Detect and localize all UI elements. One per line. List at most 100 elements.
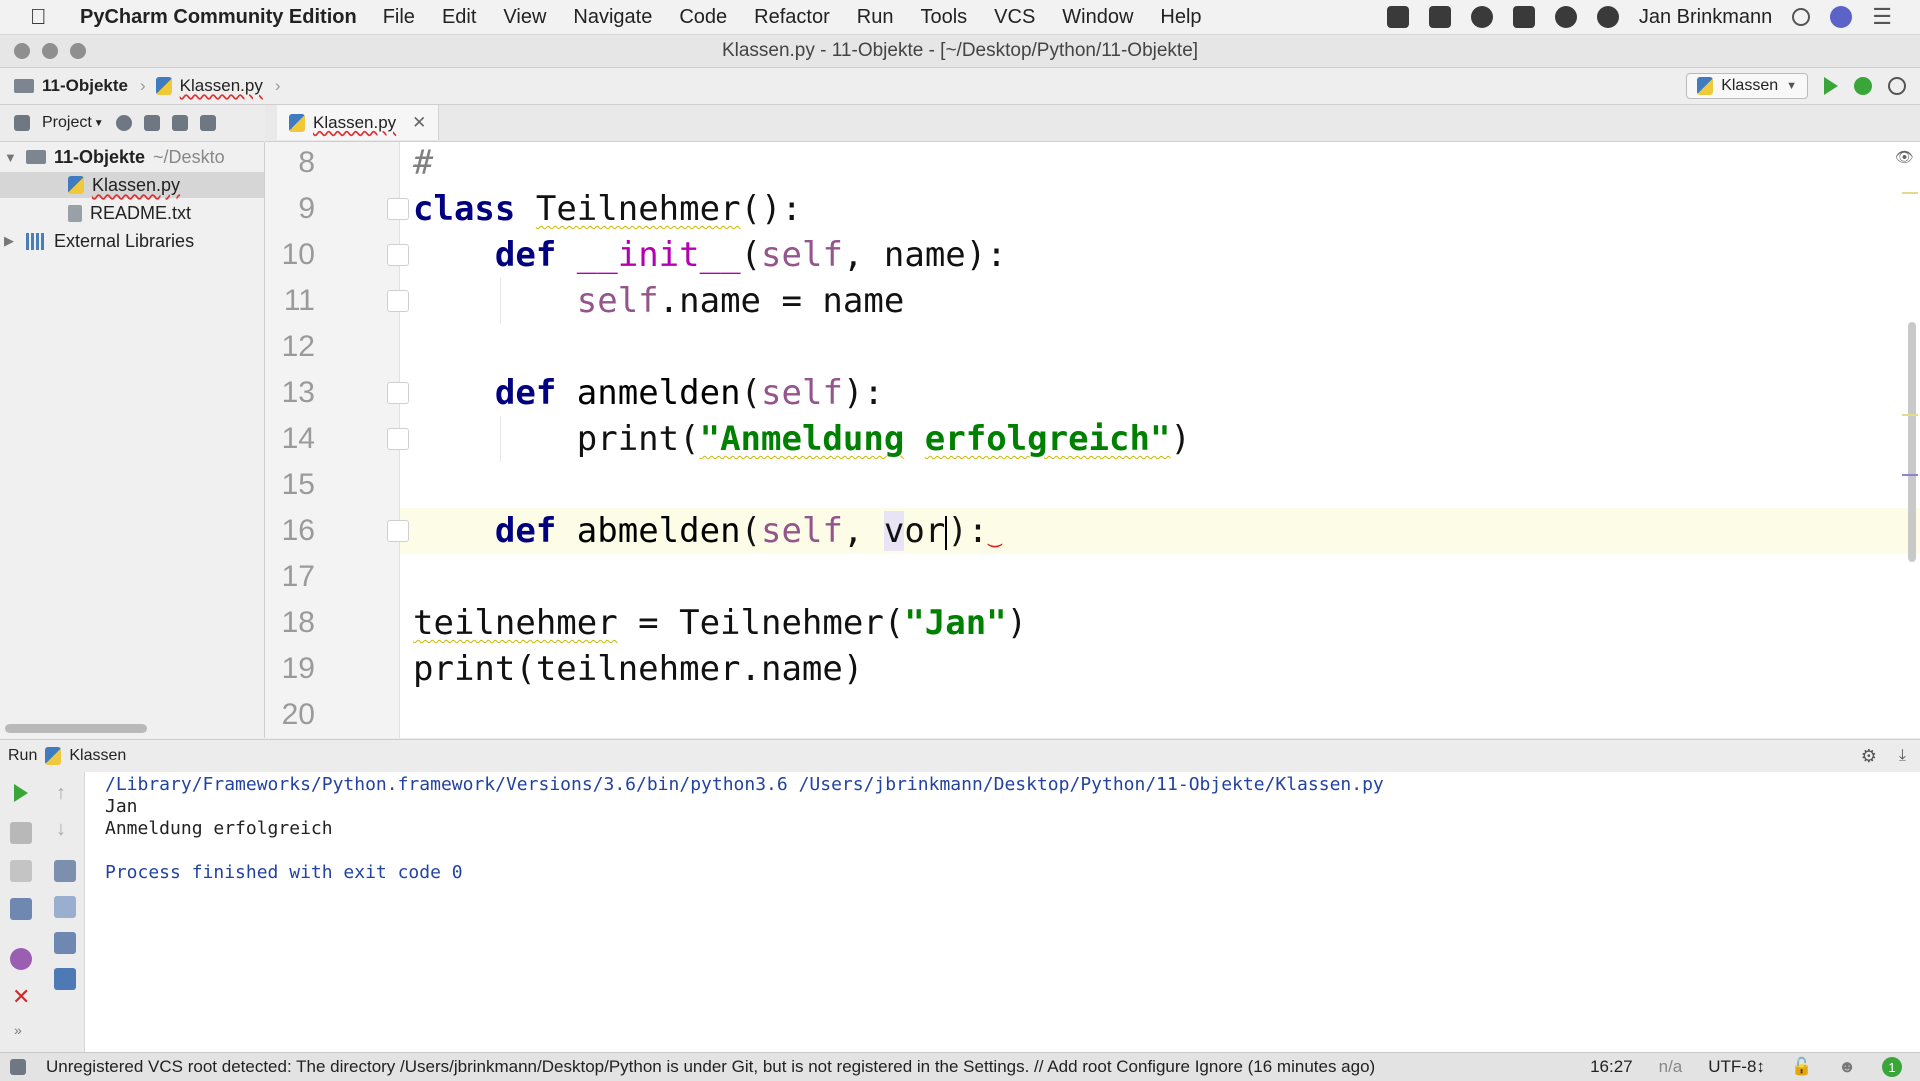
project-horizontal-scrollbar[interactable] bbox=[5, 724, 147, 733]
chat-status-icon[interactable] bbox=[1554, 6, 1577, 28]
rerun-button[interactable] bbox=[14, 784, 28, 802]
collapse-all-icon[interactable] bbox=[143, 115, 160, 131]
function-name: anmelden bbox=[576, 373, 741, 413]
run-tool-window-header: Run Klassen ⚙ ⤓ bbox=[0, 739, 1920, 773]
breadcrumb-file[interactable]: Klassen.py bbox=[180, 76, 263, 96]
line-separator[interactable]: n/a bbox=[1659, 1057, 1683, 1077]
soft-wrap-icon[interactable] bbox=[54, 860, 76, 882]
app-menu[interactable]: PyCharm Community Edition bbox=[80, 6, 357, 29]
search-everywhere-icon[interactable] bbox=[1888, 77, 1906, 95]
menu-view[interactable]: View bbox=[503, 6, 546, 29]
libraries-icon bbox=[26, 232, 46, 250]
self-keyword: self bbox=[576, 281, 659, 321]
camera-status-icon[interactable] bbox=[1512, 6, 1535, 28]
tool-status-icon[interactable] bbox=[1428, 6, 1451, 28]
expanded-arrow-icon[interactable]: ▼ bbox=[4, 150, 18, 165]
fold-marker[interactable] bbox=[387, 198, 409, 220]
error-squiggle: ‿ bbox=[988, 523, 1002, 548]
keyword: def bbox=[494, 235, 557, 275]
hide-panel-icon[interactable]: ⤓ bbox=[1899, 747, 1906, 765]
project-view-selector[interactable]: Project bbox=[42, 114, 92, 132]
print-icon[interactable] bbox=[54, 932, 76, 954]
status-message[interactable]: Unregistered VCS root detected: The dire… bbox=[46, 1057, 1375, 1077]
settings-gear-icon[interactable] bbox=[171, 115, 188, 131]
close-tab-icon[interactable]: ✕ bbox=[412, 113, 426, 133]
siri-icon[interactable] bbox=[1830, 6, 1853, 28]
notification-center-icon[interactable]: ☰ bbox=[1872, 4, 1892, 30]
fold-marker[interactable] bbox=[387, 382, 409, 404]
layout-icon[interactable] bbox=[10, 898, 32, 920]
debug-button[interactable] bbox=[1854, 77, 1872, 95]
file-encoding[interactable]: UTF-8↕ bbox=[1708, 1057, 1765, 1077]
menu-tools[interactable]: Tools bbox=[920, 6, 967, 29]
pin-icon[interactable] bbox=[10, 948, 32, 970]
spotlight-search-icon[interactable] bbox=[1792, 8, 1811, 26]
code-text: = Teilnehmer( bbox=[617, 603, 905, 643]
string-literal bbox=[904, 419, 924, 459]
fold-marker[interactable] bbox=[387, 290, 409, 312]
trash-icon[interactable] bbox=[54, 968, 76, 990]
fold-marker[interactable] bbox=[387, 244, 409, 266]
inspection-eye-icon[interactable]: 👁 bbox=[1895, 148, 1914, 166]
fold-marker[interactable] bbox=[387, 520, 409, 542]
caret-position[interactable]: 16:27 bbox=[1590, 1057, 1633, 1077]
line-number: 19 bbox=[281, 652, 315, 685]
breadcrumb-project[interactable]: 11-Objekte bbox=[42, 76, 128, 96]
tree-node-readme[interactable]: README.txt bbox=[0, 200, 191, 226]
code-text: print( bbox=[576, 419, 700, 459]
run-configuration-select[interactable]: Klassen ▼ bbox=[1686, 73, 1808, 99]
run-panel-toolbar: ✕ » ↑ ↓ bbox=[0, 772, 85, 1052]
punctuation: ( bbox=[740, 235, 762, 275]
dropdown-arrow-icon[interactable]: ▼ bbox=[94, 118, 104, 129]
pause-button[interactable] bbox=[10, 860, 32, 882]
editor-vertical-scrollbar[interactable] bbox=[1908, 322, 1916, 562]
punctuation: ( bbox=[740, 373, 762, 413]
code-editor[interactable]: 8 9 10 11 12 13 14 15 16 17 18 19 20 # c… bbox=[265, 142, 1920, 738]
settings-gear-icon[interactable]: ⚙ bbox=[1861, 746, 1877, 767]
menu-help[interactable]: Help bbox=[1160, 6, 1201, 29]
line-number: 13 bbox=[281, 376, 315, 409]
scroll-down-icon[interactable]: ↓ bbox=[56, 818, 66, 841]
more-icon[interactable]: » bbox=[14, 1022, 22, 1038]
menu-refactor[interactable]: Refactor bbox=[754, 6, 830, 29]
lock-icon[interactable]: 🔓 bbox=[1791, 1057, 1812, 1077]
locate-file-icon[interactable] bbox=[115, 115, 132, 131]
line-number: 8 bbox=[298, 146, 315, 179]
menu-vcs[interactable]: VCS bbox=[994, 6, 1035, 29]
code-text: .name = name bbox=[658, 281, 905, 321]
apple-menu-icon[interactable]:  bbox=[30, 4, 60, 30]
tree-node-external-libraries[interactable]: ▶ External Libraries bbox=[4, 228, 194, 254]
run-console[interactable]: /Library/Frameworks/Python.framework/Ver… bbox=[85, 772, 1920, 1052]
stop-button[interactable] bbox=[10, 822, 32, 844]
event-log-badge[interactable]: 1 bbox=[1882, 1057, 1902, 1077]
menu-window[interactable]: Window bbox=[1062, 6, 1133, 29]
navigation-bar: 11-Objekte › Klassen.py › Klassen ▼ bbox=[0, 68, 1920, 105]
time-machine-icon[interactable] bbox=[1596, 6, 1619, 28]
run-panel-label: Run bbox=[8, 747, 38, 764]
close-run-icon[interactable]: ✕ bbox=[12, 984, 30, 1010]
run-panel-config[interactable]: Klassen bbox=[69, 747, 126, 765]
app-status-icon[interactable] bbox=[1470, 6, 1493, 28]
inspector-icon[interactable]: ☻ bbox=[1838, 1057, 1856, 1077]
menu-file[interactable]: File bbox=[383, 6, 415, 29]
menu-run[interactable]: Run bbox=[857, 6, 894, 29]
user-name[interactable]: Jan Brinkmann bbox=[1639, 6, 1772, 29]
run-button[interactable] bbox=[1824, 77, 1838, 95]
tree-node-klassen-py[interactable]: Klassen.py bbox=[0, 172, 264, 198]
menu-navigate[interactable]: Navigate bbox=[573, 6, 652, 29]
class-name: Teilnehmer bbox=[535, 189, 741, 229]
self-keyword: self bbox=[761, 511, 843, 551]
collapsed-arrow-icon[interactable]: ▶ bbox=[4, 233, 18, 249]
hide-panel-icon[interactable] bbox=[199, 115, 216, 131]
tab-klassen-py[interactable]: Klassen.py ✕ bbox=[277, 105, 440, 140]
fold-marker[interactable] bbox=[387, 428, 409, 450]
tree-node-project-root[interactable]: ▼ 11-Objekte ~/Deskto bbox=[4, 144, 225, 170]
toggle-tool-windows-icon[interactable] bbox=[10, 1059, 26, 1075]
menu-code[interactable]: Code bbox=[679, 6, 727, 29]
scroll-up-icon[interactable]: ↑ bbox=[56, 782, 66, 805]
menubar-status-items: Jan Brinkmann ☰ bbox=[1386, 4, 1892, 30]
menu-edit[interactable]: Edit bbox=[442, 6, 476, 29]
scroll-to-end-icon[interactable] bbox=[54, 896, 76, 918]
plugin-status-icon[interactable] bbox=[1386, 6, 1409, 28]
folder-icon bbox=[14, 79, 34, 93]
